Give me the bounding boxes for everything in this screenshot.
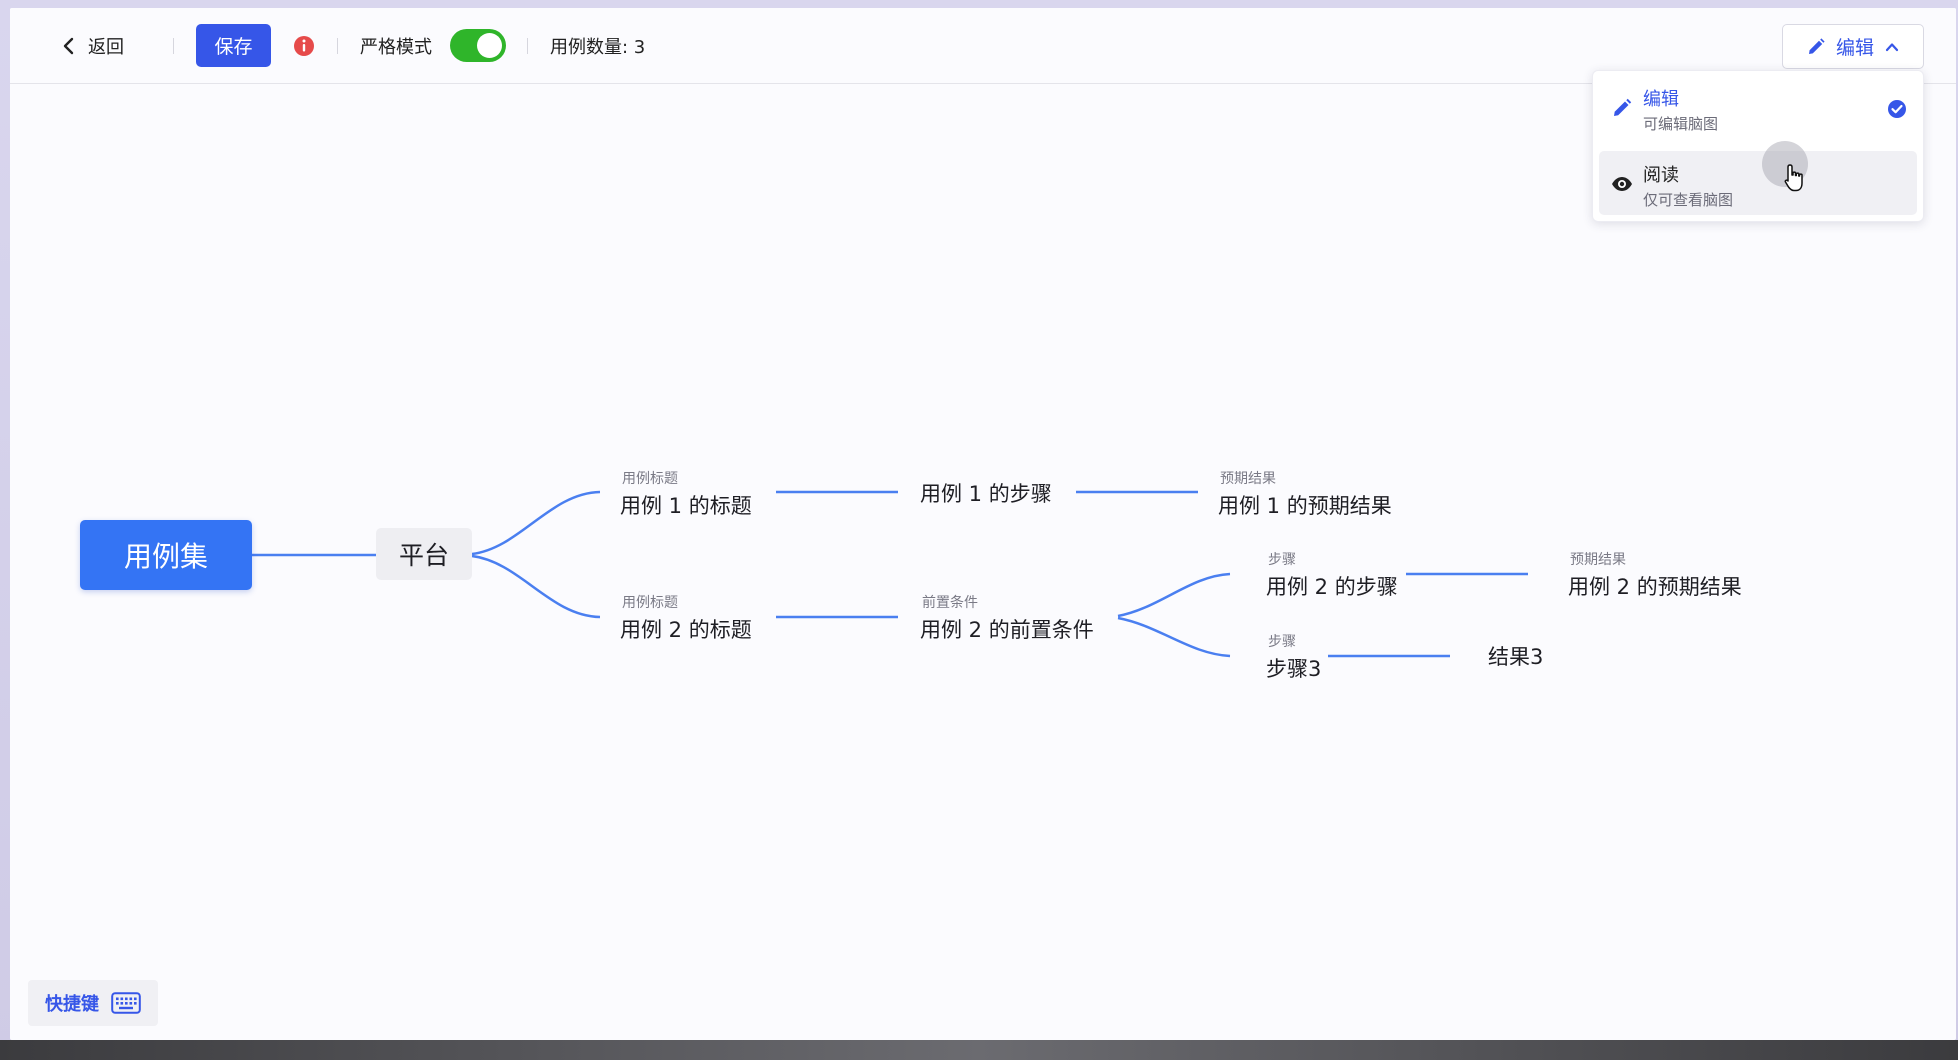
desktop-bottom-edge xyxy=(0,1040,1958,1060)
case2-step-tag: 步骤 xyxy=(1268,552,1296,568)
case2-step-node[interactable]: 用例 2 的步骤 xyxy=(1266,571,1398,601)
case1-expected-node[interactable]: 用例 1 的预期结果 xyxy=(1218,490,1392,520)
app-window: 用例集 平台 用例标题 用例 1 的标题 用例 1 的步骤 预期结果 用例 1 … xyxy=(10,8,1956,1040)
pencil-icon xyxy=(1808,37,1825,54)
shortcuts-button[interactable]: 快捷键 xyxy=(28,980,158,1026)
mode-select-button[interactable]: 编辑 xyxy=(1782,24,1924,69)
mode-option-read-title: 阅读 xyxy=(1643,165,1679,186)
mode-option-read[interactable]: 阅读 仅可查看脑图 xyxy=(1599,151,1917,215)
hand-cursor-icon xyxy=(1784,164,1803,192)
case2-title-tag: 用例标题 xyxy=(622,595,678,611)
case2-precond-node[interactable]: 用例 2 的前置条件 xyxy=(920,614,1094,644)
case3-step-node[interactable]: 步骤3 xyxy=(1266,653,1321,683)
back-button[interactable]: 返回 xyxy=(62,8,124,83)
link-precond-step3 xyxy=(1117,616,1231,658)
mode-dropdown-menu: 编辑 可编辑脑图 阅读 仅可查看脑图 xyxy=(1592,70,1924,222)
case1-steps-node[interactable]: 用例 1 的步骤 xyxy=(920,478,1052,508)
case1-expected-tag: 预期结果 xyxy=(1220,471,1276,487)
case-count: 用例数量: 3 xyxy=(550,36,646,58)
case2-expected-tag: 预期结果 xyxy=(1570,552,1626,568)
case1-title-node[interactable]: 用例 1 的标题 xyxy=(620,490,752,520)
eye-icon xyxy=(1612,177,1632,191)
case3-step-tag: 步骤 xyxy=(1268,634,1296,650)
link-precond-step2 xyxy=(1117,572,1231,618)
back-label: 返回 xyxy=(88,36,124,58)
pencil-icon xyxy=(1614,98,1632,116)
mode-option-read-desc: 仅可查看脑图 xyxy=(1643,191,1734,209)
info-circle-icon[interactable] xyxy=(293,35,315,57)
keyboard-icon xyxy=(111,992,141,1014)
toggle-knob xyxy=(477,33,502,58)
mode-button-label: 编辑 xyxy=(1835,37,1874,59)
strict-mode-toggle[interactable] xyxy=(450,29,506,62)
root-node[interactable]: 用例集 xyxy=(80,520,252,590)
shortcuts-label: 快捷键 xyxy=(45,994,99,1015)
chevron-up-icon xyxy=(1885,42,1899,51)
case1-title-tag: 用例标题 xyxy=(622,471,678,487)
mode-option-edit-title: 编辑 xyxy=(1643,89,1679,110)
link-platform-case1 xyxy=(471,490,601,556)
divider xyxy=(337,38,338,54)
divider xyxy=(173,38,174,54)
case2-title-node[interactable]: 用例 2 的标题 xyxy=(620,614,752,644)
chevron-left-icon xyxy=(63,37,74,54)
check-circle-icon xyxy=(1888,100,1906,118)
case2-precond-tag: 前置条件 xyxy=(922,595,978,611)
strict-mode-label: 严格模式 xyxy=(360,36,432,58)
case2-expected-node[interactable]: 用例 2 的预期结果 xyxy=(1568,571,1742,601)
divider xyxy=(527,38,528,54)
mode-option-edit[interactable]: 编辑 可编辑脑图 xyxy=(1599,75,1917,139)
link-platform-case2 xyxy=(471,554,601,619)
case3-result-node[interactable]: 结果3 xyxy=(1488,641,1543,671)
save-button[interactable]: 保存 xyxy=(196,24,271,67)
platform-node[interactable]: 平台 xyxy=(376,528,472,580)
mode-option-edit-desc: 可编辑脑图 xyxy=(1643,115,1719,133)
